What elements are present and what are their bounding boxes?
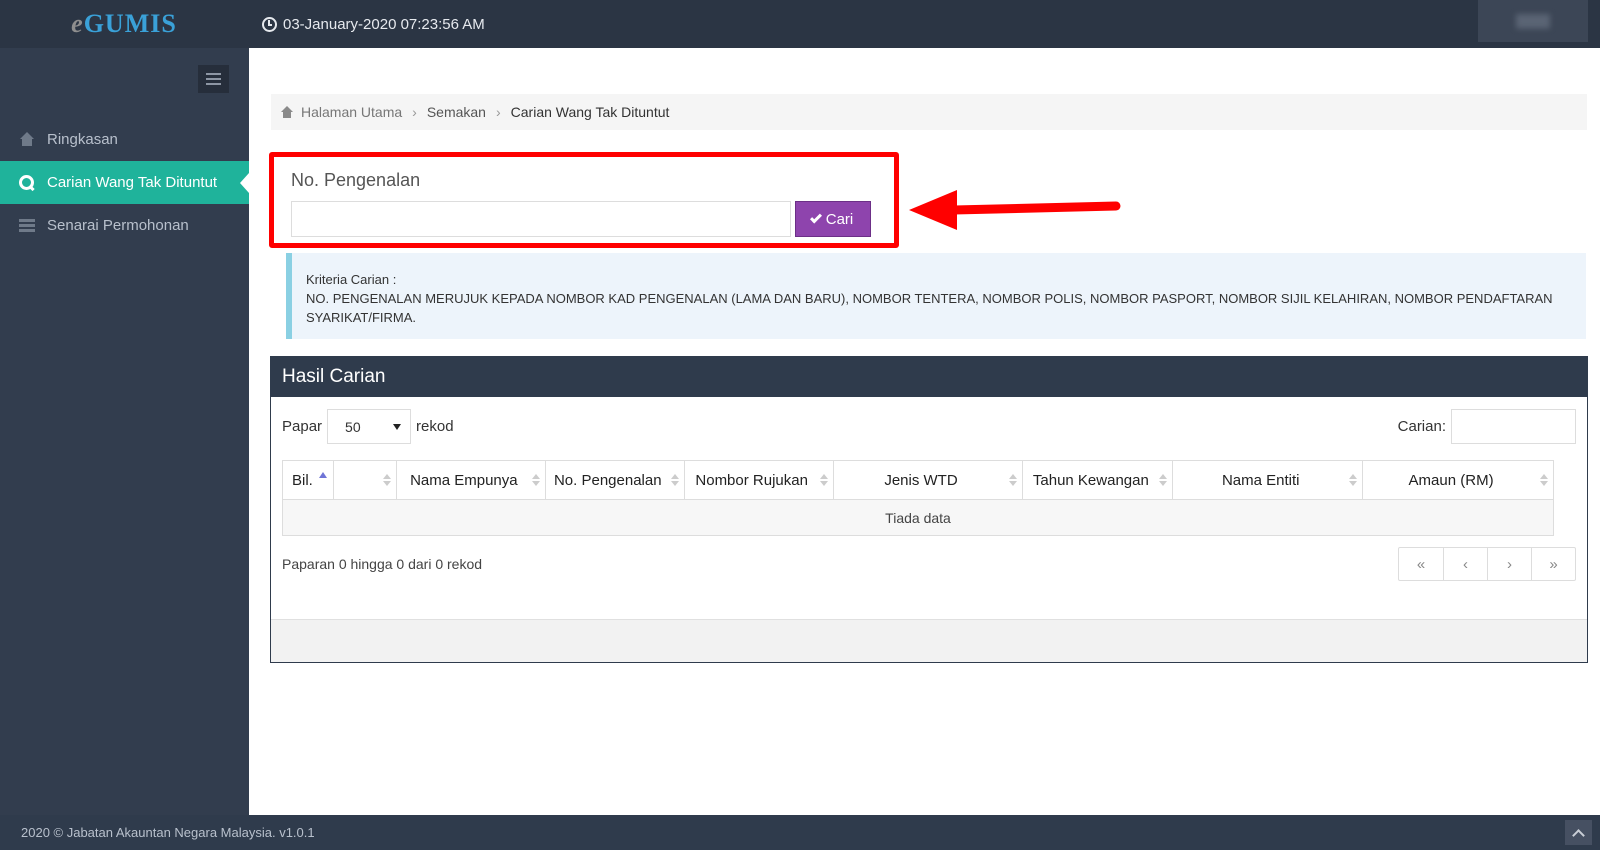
- breadcrumb-home[interactable]: Halaman Utama: [301, 104, 402, 120]
- results-title: Hasil Carian: [271, 357, 1587, 397]
- scroll-to-top-button[interactable]: [1565, 820, 1592, 845]
- sort-icon: [1159, 474, 1168, 488]
- column-header-no-pengenalan[interactable]: No. Pengenalan: [544, 460, 685, 500]
- previous-page-button[interactable]: ‹: [1443, 548, 1487, 580]
- search-button-label: Cari: [825, 210, 854, 228]
- page-length-select[interactable]: 50: [327, 409, 412, 444]
- datetime-text: 03-January-2020 07:23:56 AM: [283, 15, 485, 33]
- info-title: Kriteria Carian :: [306, 272, 397, 287]
- footer-text: 2020 © Jabatan Akauntan Negara Malaysia.…: [21, 825, 315, 840]
- search-icon: [19, 174, 35, 191]
- list-icon: [19, 218, 35, 234]
- top-bar: e GUMIS 03-January-2020 07:23:56 AM ████: [0, 0, 1600, 48]
- caret-down-icon: [393, 423, 402, 430]
- datetime-display: 03-January-2020 07:23:56 AM: [262, 0, 485, 48]
- column-header-jenis-wtd[interactable]: Jenis WTD: [832, 460, 1024, 500]
- sort-icon: [531, 474, 540, 488]
- sidebar-item-label: Carian Wang Tak Dituntut: [47, 174, 218, 191]
- sidebar-item-ringkasan[interactable]: Ringkasan: [0, 118, 249, 161]
- search-form-highlight: No. Pengenalan Cari: [269, 152, 899, 248]
- last-page-button[interactable]: »: [1531, 548, 1575, 580]
- breadcrumb-current: Carian Wang Tak Dituntut: [510, 104, 670, 120]
- sidebar-item-carian-wang-tak-dituntut[interactable]: Carian Wang Tak Dituntut: [0, 161, 249, 204]
- table-row: Tiada data: [282, 499, 1554, 536]
- column-header-nombor-rujukan[interactable]: Nombor Rujukan: [683, 460, 834, 500]
- sidebar-item-senarai-permohonan[interactable]: Senarai Permohonan: [0, 204, 249, 247]
- sidebar: Ringkasan Carian Wang Tak Dituntut Senar…: [0, 48, 249, 815]
- results-table: Bil. Nama Empunya No. Pengenalan Nombor …: [282, 460, 1554, 536]
- breadcrumb: Halaman Utama › Semakan › Carian Wang Ta…: [271, 94, 1587, 130]
- column-header-nama-empunya[interactable]: Nama Empunya: [395, 460, 546, 500]
- search-label: No. Pengenalan: [291, 170, 421, 190]
- main-content: Halaman Utama › Semakan › Carian Wang Ta…: [249, 48, 1600, 815]
- breadcrumb-separator: ›: [412, 104, 417, 120]
- app-logo[interactable]: e GUMIS: [0, 0, 248, 48]
- column-header-nama-entiti[interactable]: Nama Entiti: [1172, 460, 1364, 500]
- column-header-bil[interactable]: Bil.: [282, 460, 334, 500]
- check-icon: [809, 211, 822, 224]
- page-length-control: Papar 50 rekod: [282, 409, 454, 444]
- breadcrumb-separator: ›: [495, 104, 501, 120]
- column-header-blank[interactable]: [332, 460, 397, 500]
- table-filter-input[interactable]: [1451, 409, 1576, 444]
- home-icon: [19, 131, 35, 148]
- sort-icon: [670, 474, 679, 488]
- user-menu[interactable]: ████: [1478, 0, 1588, 42]
- sort-icon: [1540, 474, 1548, 488]
- chevron-up-icon: [1572, 828, 1585, 842]
- hamburger-icon: [206, 73, 221, 75]
- home-icon: [281, 106, 294, 118]
- search-button[interactable]: Cari: [795, 201, 871, 237]
- panel-footer: [271, 619, 1587, 662]
- sort-icon: [382, 474, 391, 488]
- column-header-amaun[interactable]: Amaun (RM): [1362, 460, 1554, 500]
- arrow-annotation: [909, 190, 1121, 230]
- info-text: NO. PENGENALAN MERUJUK KEPADA NOMBOR KAD…: [306, 291, 1553, 325]
- sort-icon: [1009, 474, 1018, 488]
- column-header-tahun-kewangan[interactable]: Tahun Kewangan: [1022, 460, 1174, 500]
- breadcrumb-semakan[interactable]: Semakan: [427, 104, 486, 120]
- sort-icon: [1349, 474, 1358, 488]
- next-page-button[interactable]: ›: [1487, 548, 1531, 580]
- table-header-row: Bil. Nama Empunya No. Pengenalan Nombor …: [282, 460, 1554, 500]
- results-panel: Hasil Carian Papar 50 rekod Carian: Bil.…: [270, 356, 1588, 663]
- menu-toggle-button[interactable]: [198, 65, 229, 93]
- sort-asc-icon: [319, 472, 327, 478]
- table-filter: Carian:: [1398, 409, 1576, 444]
- sidebar-nav: Ringkasan Carian Wang Tak Dituntut Senar…: [0, 118, 249, 247]
- search-criteria-info: Kriteria Carian : NO. PENGENALAN MERUJUK…: [286, 253, 1586, 339]
- sidebar-item-label: Senarai Permohonan: [47, 217, 189, 234]
- pagination: « ‹ › »: [1398, 547, 1576, 581]
- sidebar-item-label: Ringkasan: [47, 131, 118, 148]
- clock-icon: [262, 16, 277, 32]
- footer: 2020 © Jabatan Akauntan Negara Malaysia.…: [0, 815, 1600, 850]
- first-page-button[interactable]: «: [1399, 548, 1443, 580]
- id-number-input[interactable]: [291, 201, 791, 237]
- table-info: Paparan 0 hingga 0 dari 0 rekod: [282, 556, 483, 572]
- sort-icon: [819, 474, 828, 488]
- empty-table-message: Tiada data: [282, 499, 1554, 536]
